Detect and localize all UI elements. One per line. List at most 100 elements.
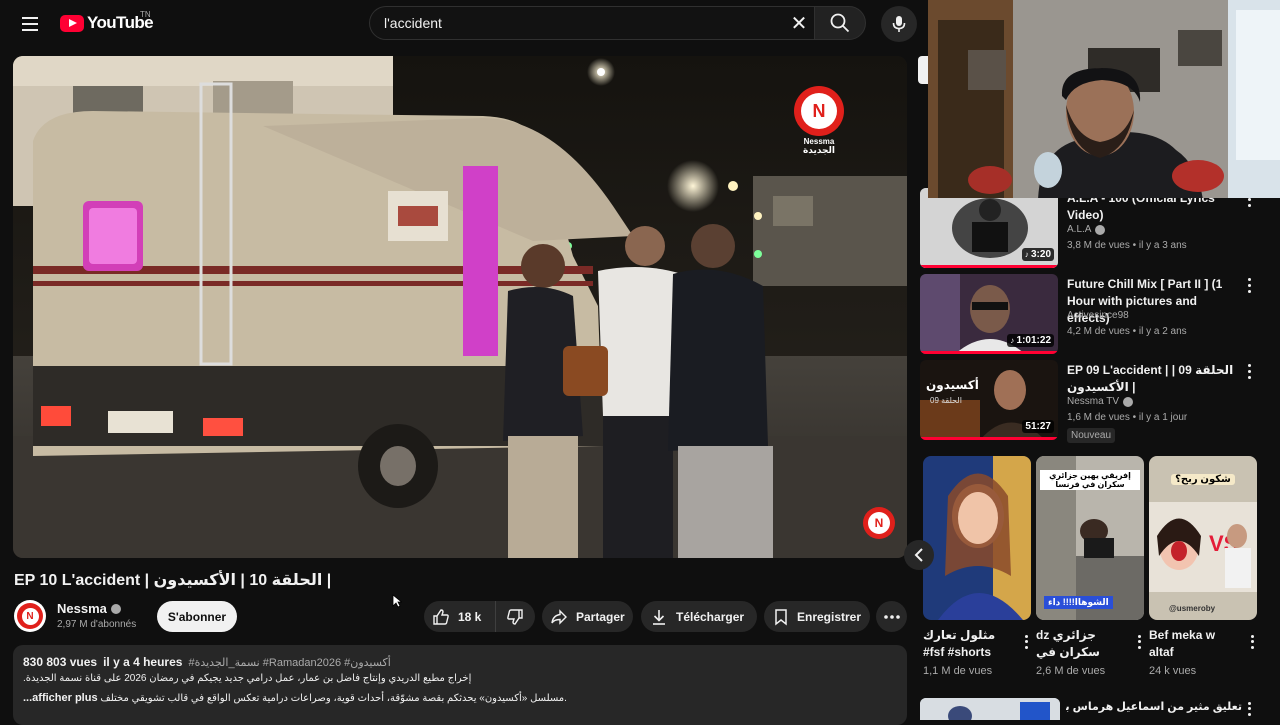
video-title: EP 10 L'accident | الحلقة 10 | الأكسيدون…	[14, 572, 332, 589]
short-views: 24 k vues	[1149, 665, 1197, 677]
short-item[interactable]: إفريقي يهين جزائري سكران في فرنسا الشوها…	[1036, 456, 1144, 677]
menu-icon[interactable]	[14, 8, 46, 40]
recommendation-channel[interactable]: Nessma TV	[1067, 396, 1134, 407]
recommendation-thumbnail[interactable]: ♪ 3:20	[920, 188, 1058, 268]
short-overlay-text: إفريقي يهين جزائري سكران في فرنسا	[1040, 470, 1140, 490]
like-dislike-group: 18 k	[424, 601, 535, 632]
more-vert-icon[interactable]	[1244, 276, 1254, 294]
short-title[interactable]: جزائري dz سكران في فرنسا	[1036, 627, 1126, 661]
watch-progress	[920, 351, 1058, 354]
short-item[interactable]: VS شكون ربح؟ @usmeroby Bef meka w altaf …	[1149, 456, 1257, 677]
nessma-logo: N Nessma الجديدة	[794, 86, 844, 156]
more-vert-icon[interactable]	[1244, 362, 1254, 380]
recommendation-title[interactable]: تعليق مثير من اسماعيل هرماس بعد إسقاط	[1066, 700, 1242, 713]
more-actions-button[interactable]	[876, 601, 907, 632]
search-box: ✕	[369, 6, 866, 40]
recommendation-channel[interactable]: A.L.A	[1067, 224, 1106, 235]
hashtags[interactable]: #نسمة_الجديدة #Ramadan2026 #أكسيدون	[188, 656, 390, 669]
video-frame	[13, 56, 907, 558]
search-icon	[830, 13, 850, 33]
video-duration: ♪ 3:20	[1021, 248, 1054, 261]
recommendation-item[interactable]: تعليق مثير من اسماعيل هرماس بعد إسقاط	[920, 698, 1280, 720]
share-button[interactable]: Partager	[542, 601, 633, 632]
short-thumbnail[interactable]: VS شكون ربح؟ @usmeroby	[1149, 456, 1257, 620]
description-meta: 830 803 vues il y a 4 heures #نسمة_الجدي…	[23, 655, 897, 669]
video-duration: 51:27	[1022, 420, 1054, 433]
upload-time: il y a 4 heures	[103, 655, 183, 669]
thumbs-down-icon	[507, 608, 523, 625]
more-horizontal-icon	[883, 614, 900, 619]
clear-search-icon[interactable]: ✕	[787, 11, 811, 35]
recommendation-title[interactable]: EP 09 L'accident | الحلقة 09 | الأكسيدون…	[1067, 362, 1239, 396]
short-views: 1,1 M de vues	[923, 665, 993, 677]
save-label: Enregistrer	[797, 609, 862, 624]
recommendation-item[interactable]: ♪ 1:01:22 Future Chill Mix [ Part II ] (…	[920, 274, 1272, 359]
webcam-image	[928, 0, 1280, 198]
channel-label[interactable]: Activesince98	[1067, 310, 1129, 321]
more-vert-icon[interactable]	[1021, 634, 1031, 650]
like-count: 18 k	[458, 609, 482, 624]
recommendation-meta: 4,2 M de vues • il y a 2 ans	[1067, 326, 1187, 337]
short-thumbnail[interactable]	[923, 456, 1031, 620]
chevron-left-icon	[914, 548, 923, 562]
subscribe-button[interactable]: S'abonner	[157, 601, 237, 632]
corner-logo: N	[863, 507, 895, 539]
webcam-overlay	[928, 0, 1280, 198]
shorts-previous-button[interactable]	[904, 540, 934, 570]
logo-country-code: TN	[140, 10, 151, 19]
video-player[interactable]: N Nessma الجديدة N	[13, 56, 907, 558]
channel-label[interactable]: A.L.A	[1067, 224, 1091, 235]
short-item[interactable]: مثلول تعارك ‎#fsf #shorts 1,1 M de vues	[923, 456, 1031, 677]
short-thumbnail[interactable]: إفريقي يهين جزائري سكران في فرنسا الشوها…	[1036, 456, 1144, 620]
thumbs-up-icon	[433, 608, 449, 625]
short-title[interactable]: Bef meka w altaf	[1149, 627, 1239, 661]
channel-label[interactable]: Nessma TV	[1067, 396, 1119, 407]
microphone-icon	[892, 16, 906, 32]
subscriber-count: 2,97 M d'abonnés	[57, 619, 137, 630]
voice-search-button[interactable]	[881, 6, 917, 42]
channel-name[interactable]: Nessma	[57, 601, 121, 616]
recommendation-thumbnail[interactable]: أكسيدون الحلقة 09 51:27	[920, 360, 1058, 440]
recommendation-meta: 3,8 M de vues • il y a 3 ans	[1067, 240, 1187, 251]
channel-avatar[interactable]: N	[14, 600, 46, 632]
thumb-show-title: أكسيدون	[926, 378, 979, 392]
recommendation-item[interactable]: ♪ 3:20 A.L.A - 100 (Official Lyrics Vide…	[920, 188, 1272, 273]
short-overlay-text: شكون ربح؟	[1171, 474, 1235, 485]
download-icon	[653, 609, 665, 625]
more-vert-icon[interactable]	[1244, 701, 1254, 717]
masthead: YouTube TN ✕	[0, 0, 928, 48]
description-box[interactable]: 830 803 vues il y a 4 heures #نسمة_الجدي…	[13, 645, 907, 725]
bookmark-icon	[775, 608, 787, 626]
show-more-link[interactable]: ...afficher plus	[23, 692, 98, 704]
watermark-arabic: الجديدة	[802, 145, 836, 155]
dislike-button[interactable]	[496, 601, 534, 632]
verified-icon	[1095, 224, 1106, 235]
short-views: 2,6 M de vues	[1036, 665, 1106, 677]
channel-name-text[interactable]: Nessma	[57, 601, 107, 616]
recommendation-item[interactable]: أكسيدون الحلقة 09 51:27 EP 09 L'accident…	[920, 360, 1272, 445]
more-vert-icon[interactable]	[1134, 634, 1144, 650]
view-count: 830 803 vues	[23, 655, 98, 669]
download-label: Télécharger	[676, 609, 745, 624]
watch-progress	[920, 437, 1058, 440]
short-caption: الشوهاا!!!! داء	[1044, 596, 1113, 609]
description-line-1: إخراج مطيع الدريدي وإنتاج فاضل بن عمار، …	[23, 673, 472, 684]
search-input[interactable]	[369, 6, 814, 40]
download-button[interactable]: Télécharger	[641, 601, 757, 632]
save-button[interactable]: Enregistrer	[764, 601, 870, 632]
recommendation-thumbnail[interactable]	[920, 698, 1060, 720]
thumb-episode: الحلقة 09	[930, 396, 962, 405]
youtube-play-icon	[60, 14, 84, 32]
short-title[interactable]: مثلول تعارك ‎#fsf #shorts	[923, 627, 1013, 661]
short-caption: @usmeroby	[1169, 604, 1216, 613]
new-badge: Nouveau	[1067, 428, 1116, 443]
more-vert-icon[interactable]	[1247, 634, 1257, 650]
like-button[interactable]: 18 k	[424, 601, 496, 632]
share-label: Partager	[576, 609, 625, 624]
recommendation-thumbnail[interactable]: ♪ 1:01:22	[920, 274, 1058, 354]
recommendation-channel[interactable]: Activesince98	[1067, 310, 1129, 321]
mouse-cursor-icon	[392, 594, 402, 608]
recommendation-meta: 1,6 M de vues • il y a 1 jour	[1067, 412, 1188, 423]
search-button[interactable]	[814, 6, 866, 40]
verified-icon	[110, 603, 121, 614]
